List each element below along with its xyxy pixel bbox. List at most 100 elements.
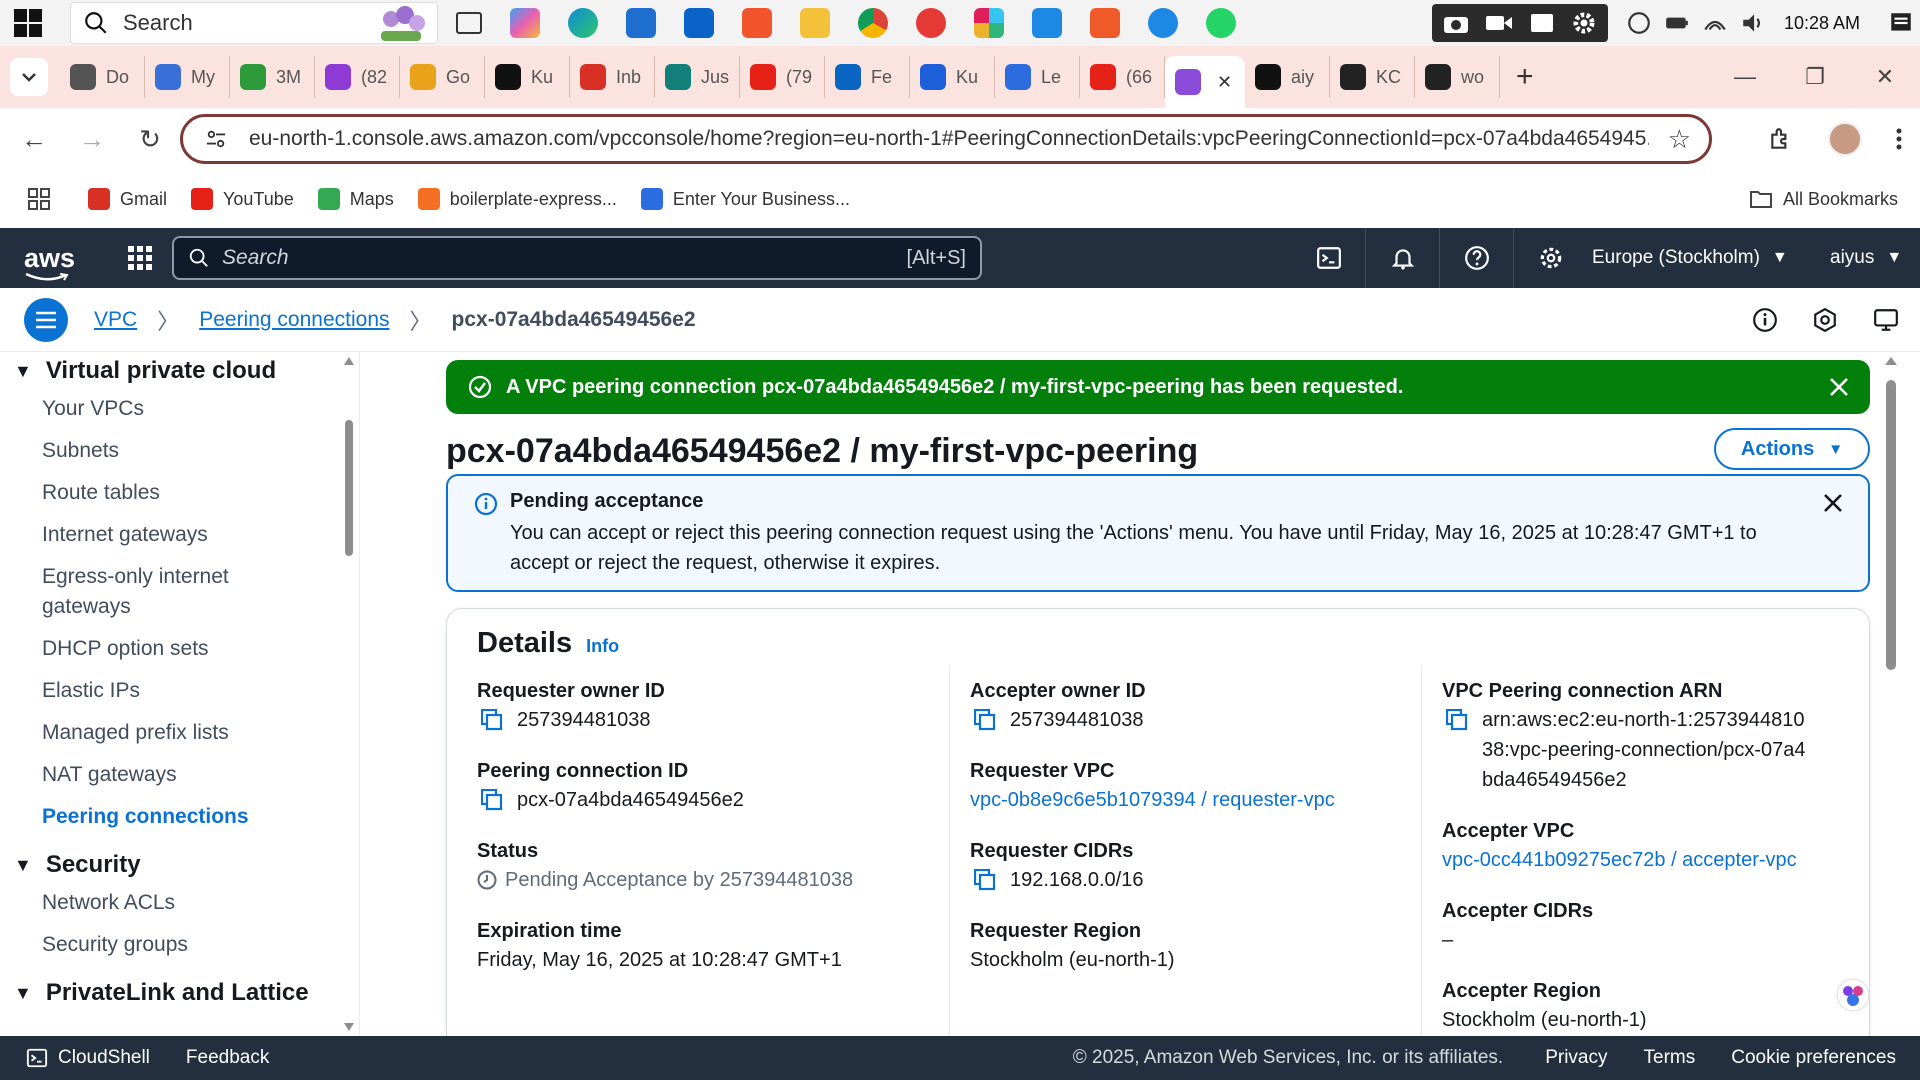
sidebar-item[interactable]: Your VPCs: [42, 388, 322, 430]
sidebar-item[interactable]: Network ACLs: [42, 882, 322, 924]
settings-button[interactable]: [1514, 228, 1588, 288]
browser-tab[interactable]: My: [145, 56, 230, 98]
browser-tab[interactable]: Jus: [655, 56, 740, 98]
side-nav-toggle[interactable]: [24, 297, 68, 342]
aws-logo[interactable]: aws: [24, 243, 75, 281]
breadcrumb-peering-link[interactable]: Peering connections: [199, 308, 389, 331]
sidebar-section-header[interactable]: ▼ Virtual private cloud: [14, 354, 359, 388]
bookmark-item[interactable]: Gmail: [88, 188, 167, 210]
sidebar-item[interactable]: Subnets: [42, 430, 322, 472]
sidebar-section-header[interactable]: ▼ Security: [14, 848, 359, 882]
copy-icon[interactable]: [481, 709, 503, 731]
browser-tab[interactable]: 3M: [230, 56, 315, 98]
browser-tab[interactable]: Do: [60, 56, 145, 98]
clock[interactable]: 10:28 AM: [1784, 13, 1860, 34]
breadcrumb-vpc-link[interactable]: VPC: [94, 308, 137, 331]
notifications-button[interactable]: [1366, 228, 1440, 288]
account-menu[interactable]: aiyus ▼: [1830, 228, 1902, 288]
aws-search-input[interactable]: Search [Alt+S]: [172, 236, 982, 280]
reload-button[interactable]: ↻: [134, 123, 166, 155]
close-window-button[interactable]: ✕: [1850, 64, 1920, 90]
copilot-icon[interactable]: [510, 8, 540, 38]
info-link[interactable]: Info: [586, 636, 619, 657]
file-explorer-icon[interactable]: [800, 8, 830, 38]
sidebar-item[interactable]: Egress-only internet gateways: [42, 556, 322, 628]
browser-tab[interactable]: Inb: [570, 56, 655, 98]
close-icon[interactable]: [1828, 376, 1850, 398]
wifi-icon[interactable]: [1702, 10, 1728, 36]
copy-icon[interactable]: [974, 709, 996, 731]
taskbar-search[interactable]: Search: [70, 2, 438, 44]
sidebar-scrollbar[interactable]: [343, 356, 355, 1032]
sidebar-item[interactable]: NAT gateways: [42, 754, 322, 796]
vscode-icon[interactable]: [1032, 8, 1062, 38]
feedback-link[interactable]: Feedback: [186, 1047, 269, 1069]
browser-tab[interactable]: (82: [315, 56, 400, 98]
site-info-icon[interactable]: [205, 128, 227, 150]
scroll-up-icon[interactable]: [1884, 356, 1898, 366]
url-text[interactable]: eu-north-1.console.aws.amazon.com/vpccon…: [249, 127, 1649, 151]
minimize-button[interactable]: —: [1710, 64, 1780, 90]
sidebar-item[interactable]: Route tables: [42, 472, 322, 514]
notifications-icon[interactable]: [1888, 10, 1914, 36]
shield-icon[interactable]: [1812, 307, 1838, 333]
accepter-vpc-link[interactable]: vpc-0cc441b09275ec72b / accepter-vpc: [1442, 845, 1797, 875]
browser-tab[interactable]: Le: [995, 56, 1080, 98]
camera-icon[interactable]: [1442, 11, 1470, 35]
windows-start-icon[interactable]: [14, 9, 42, 37]
browser-tab[interactable]: Ku: [910, 56, 995, 98]
cloudshell-nav-button[interactable]: [1292, 228, 1366, 288]
volume-icon[interactable]: [1740, 10, 1766, 36]
close-tab-icon[interactable]: ✕: [1217, 72, 1232, 93]
sidebar-item[interactable]: Managed prefix lists: [42, 712, 322, 754]
extensions-icon[interactable]: [1768, 126, 1794, 152]
messenger-icon[interactable]: [1148, 8, 1178, 38]
sidebar-item[interactable]: Peering connections: [42, 796, 322, 838]
browser-tab[interactable]: Ku: [485, 56, 570, 98]
battery-icon[interactable]: [1664, 10, 1690, 36]
browser-tab[interactable]: aiy: [1245, 56, 1330, 98]
bookmark-item[interactable]: Maps: [317, 188, 394, 210]
copy-icon[interactable]: [481, 789, 503, 811]
slack-icon[interactable]: [974, 8, 1004, 38]
profile-avatar[interactable]: [1828, 122, 1862, 156]
brave-icon[interactable]: [742, 8, 772, 38]
info-panel-icon[interactable]: [1752, 307, 1778, 333]
ai-assistant-icon[interactable]: [1836, 978, 1870, 1012]
cookie-preferences-link[interactable]: Cookie preferences: [1731, 1047, 1896, 1069]
sidebar-item[interactable]: Security groups: [42, 924, 322, 966]
restore-button[interactable]: ❐: [1780, 64, 1850, 90]
requester-vpc-link[interactable]: vpc-0b8e9c6e5b1079394 / requester-vpc: [970, 785, 1335, 815]
whatsapp-icon[interactable]: [1206, 8, 1236, 38]
help-button[interactable]: [1440, 228, 1514, 288]
tab-search-button[interactable]: [10, 58, 48, 96]
apps-grid-icon[interactable]: [28, 188, 50, 210]
edge-icon[interactable]: [568, 8, 598, 38]
bookmark-item[interactable]: YouTube: [191, 188, 294, 210]
copy-icon[interactable]: [974, 869, 996, 891]
gear-icon[interactable]: [1570, 9, 1598, 37]
sidebar-item[interactable]: Elastic IPs: [42, 670, 322, 712]
more-menu-icon[interactable]: [1896, 127, 1902, 151]
wps-icon[interactable]: [916, 8, 946, 38]
bookmark-item[interactable]: Enter Your Business...: [640, 188, 850, 210]
sidebar-item[interactable]: Internet gateways: [42, 514, 322, 556]
window-icon[interactable]: [1528, 11, 1556, 35]
forward-button[interactable]: →: [76, 123, 108, 155]
region-selector[interactable]: Europe (Stockholm) ▼: [1592, 228, 1788, 288]
terms-link[interactable]: Terms: [1644, 1047, 1696, 1069]
address-bar[interactable]: eu-north-1.console.aws.amazon.com/vpccon…: [180, 114, 1712, 164]
bookmark-item[interactable]: boilerplate-express...: [417, 188, 617, 210]
sidebar-item[interactable]: DHCP option sets: [42, 628, 322, 670]
browser-tab[interactable]: Fe: [825, 56, 910, 98]
back-button[interactable]: ←: [18, 123, 50, 155]
main-scrollbar[interactable]: [1880, 352, 1900, 1036]
browser-tab[interactable]: Go: [400, 56, 485, 98]
main-scroll-thumb[interactable]: [1886, 380, 1896, 670]
cloudshell-button[interactable]: CloudShell: [26, 1047, 150, 1069]
chrome-icon[interactable]: [858, 8, 888, 38]
bookmark-star-icon[interactable]: ☆: [1668, 124, 1691, 155]
breadcrumb-peering-connections[interactable]: Peering connections: [199, 308, 389, 332]
browser-tab[interactable]: (79: [740, 56, 825, 98]
task-view-icon[interactable]: [456, 12, 482, 34]
